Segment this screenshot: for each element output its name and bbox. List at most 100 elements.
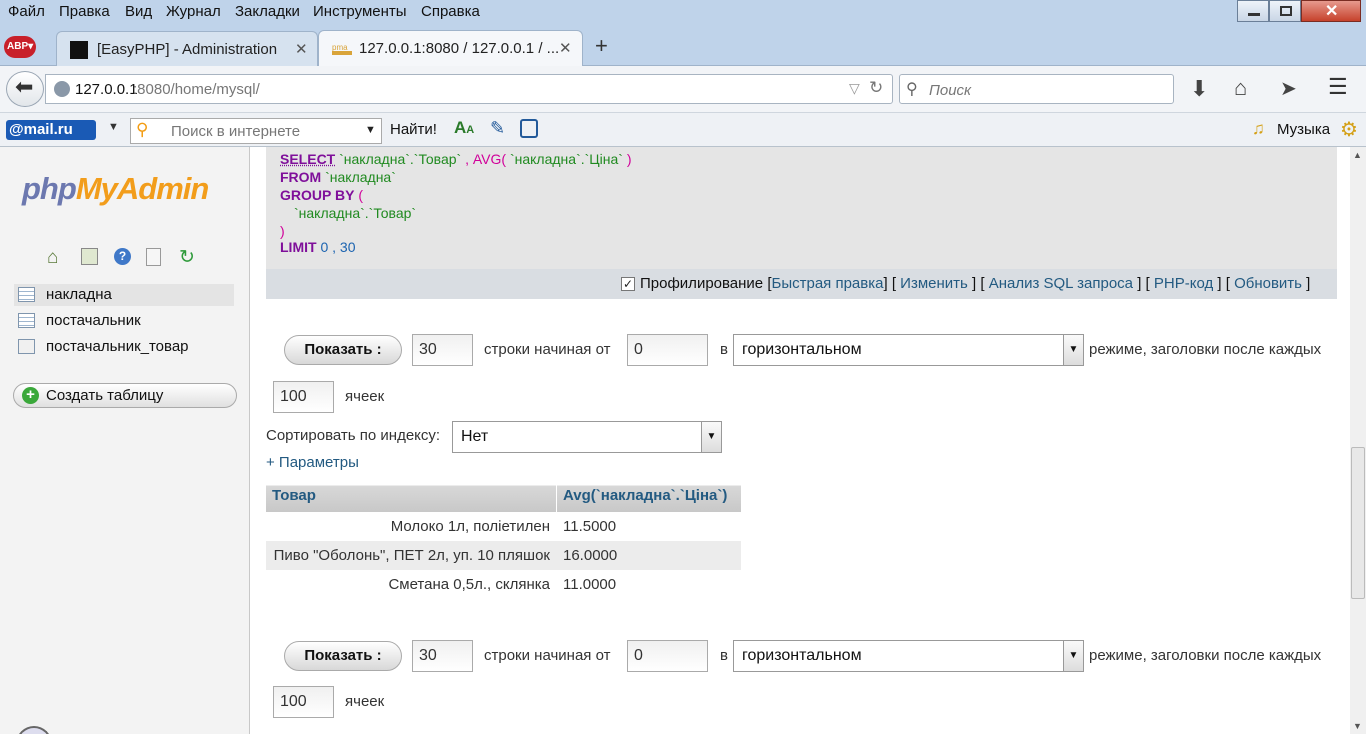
scroll-down-icon[interactable]: ▼: [1353, 721, 1362, 731]
scrollbar-thumb[interactable]: [1351, 447, 1365, 599]
table-icon: [18, 313, 35, 328]
refresh-link[interactable]: Обновить: [1234, 275, 1302, 292]
column-header-tovar[interactable]: Товар: [266, 480, 556, 512]
chevron-down-icon[interactable]: ▼: [365, 124, 376, 136]
inline-edit-link[interactable]: Быстрая правка: [772, 275, 884, 292]
menu-icon[interactable]: ☰: [1328, 74, 1348, 100]
reload-icon[interactable]: ↻: [869, 78, 883, 98]
chevron-down-icon[interactable]: ▼: [108, 121, 119, 133]
menu-help[interactable]: Справка: [421, 3, 480, 20]
refresh-icon[interactable]: ↻: [179, 246, 195, 269]
home-icon[interactable]: ⌂: [47, 247, 58, 269]
table-cell: 16.0000: [563, 547, 618, 564]
download-icon[interactable]: ⬇: [1190, 76, 1208, 102]
search-bar[interactable]: ⚲ Поиск: [899, 74, 1174, 104]
send-icon[interactable]: ➤: [1280, 76, 1297, 101]
chevron-down-icon: ▼: [1063, 335, 1083, 365]
tab-easyphp[interactable]: [EasyPHP] - Administration ✕: [56, 31, 318, 66]
sql-punct: (: [358, 187, 363, 203]
sql-punct: ): [280, 223, 285, 239]
sidebar-item-postachalnyk[interactable]: постачальник: [14, 310, 234, 332]
docs-icon[interactable]: [146, 248, 161, 266]
show-button[interactable]: Показать :: [284, 335, 402, 365]
menu-bookmarks[interactable]: Закладки: [235, 3, 300, 20]
home-icon[interactable]: ⌂: [1234, 75, 1247, 101]
create-table-button[interactable]: + Создать таблицу: [13, 383, 237, 408]
headers-every-input[interactable]: 100: [273, 381, 334, 413]
rows-count-input-bottom[interactable]: 30: [412, 640, 473, 672]
display-mode-select[interactable]: горизонтальном ▼: [733, 334, 1084, 366]
find-button[interactable]: Найти!: [390, 121, 437, 138]
edit-link[interactable]: Изменить: [900, 275, 968, 292]
explain-sql-link[interactable]: Анализ SQL запроса: [989, 275, 1133, 292]
display-mode-select-bottom[interactable]: горизонтальном ▼: [733, 640, 1084, 672]
gear-icon[interactable]: ⚙: [1340, 117, 1358, 142]
screenshot-icon[interactable]: [520, 119, 538, 138]
maximize-button[interactable]: [1269, 0, 1301, 22]
adblock-icon[interactable]: ABP▾: [4, 36, 36, 58]
sql-actions-text: Профилирование [Быстрая правка] [ Измени…: [640, 275, 1310, 292]
headers-every-input-bottom[interactable]: 100: [273, 686, 334, 718]
rows-count-input[interactable]: 30: [412, 334, 473, 366]
rows-from-label: строки начиная от: [484, 341, 611, 358]
view-icon: [18, 339, 35, 354]
menu-edit[interactable]: Правка: [59, 3, 110, 20]
console-icon[interactable]: [16, 726, 52, 734]
globe-icon: [54, 81, 70, 97]
search-icon: ⚲: [906, 81, 918, 98]
close-tab-icon[interactable]: ✕: [295, 40, 308, 58]
sidebar-item-postachalnyk-tovar[interactable]: постачальник_товар: [14, 336, 234, 358]
navigation-bar: 127.0.0.1 :8080/home/mysql/ ▽ ↻ ⬅ ⚲ Поис…: [0, 66, 1366, 113]
tab-phpmyadmin[interactable]: pma 127.0.0.1:8080 / 127.0.0.1 / ... ✕: [318, 30, 583, 67]
show-button-bottom[interactable]: Показать :: [284, 641, 402, 671]
start-row-input[interactable]: 0: [627, 334, 708, 366]
bracket: ]: [1306, 275, 1311, 292]
start-row-input-bottom[interactable]: 0: [627, 640, 708, 672]
profiling-checkbox[interactable]: ✓: [621, 277, 635, 291]
phpmyadmin-logo[interactable]: phpMyAdmin: [22, 171, 209, 207]
sql-line-group-close: ): [280, 223, 285, 239]
menu-tools[interactable]: Инструменты: [313, 3, 407, 20]
sql-punct: ,: [332, 239, 337, 255]
column-header-avg-price[interactable]: Avg(`накладна`.`Ціна`): [557, 480, 741, 512]
music-icon[interactable]: ♫: [1252, 119, 1265, 139]
sort-index-value: Нет: [461, 428, 489, 445]
url-bar[interactable]: 127.0.0.1 :8080/home/mysql/ ▽ ↻: [45, 74, 893, 104]
php-code-link[interactable]: PHP-код: [1154, 275, 1213, 292]
mailru-toolbar: @mail.ru ▼ ⚲ Поиск в интернете ▼ Найти! …: [0, 113, 1366, 147]
font-size-icon[interactable]: AA: [454, 118, 474, 138]
menu-history[interactable]: Журнал: [166, 3, 221, 20]
tab-label: 127.0.0.1:8080 / 127.0.0.1 / ...: [359, 40, 560, 57]
display-mode-value: горизонтальном: [742, 647, 862, 664]
minimize-button[interactable]: [1237, 0, 1269, 22]
back-button[interactable]: ⬅: [6, 71, 44, 107]
close-window-button[interactable]: ✕: [1301, 0, 1361, 22]
parameters-link[interactable]: + Параметры: [266, 454, 359, 471]
in-label: в: [720, 647, 728, 664]
dropdown-arrow-icon[interactable]: ▽: [849, 80, 860, 97]
highlight-icon[interactable]: ✎: [490, 118, 505, 139]
close-tab-icon[interactable]: ✕: [559, 39, 572, 57]
help-icon[interactable]: ?: [114, 248, 131, 265]
scroll-up-icon[interactable]: ▲: [1353, 150, 1362, 160]
internet-search-input[interactable]: ⚲ Поиск в интернете ▼: [130, 118, 382, 144]
sidebar-item-label: постачальник: [46, 312, 141, 329]
table-cell: Пиво "Оболонь", ПЕТ 2л, уп. 10 пляшок: [273, 547, 550, 564]
menu-view[interactable]: Вид: [125, 3, 152, 20]
mailru-logo[interactable]: @mail.ru: [6, 120, 96, 140]
exit-icon[interactable]: [81, 248, 98, 265]
scrollbar[interactable]: ▲ ▼: [1350, 147, 1366, 734]
sidebar-item-nakladna[interactable]: накладна: [14, 284, 234, 306]
create-table-label: Создать таблицу: [46, 387, 164, 404]
music-link[interactable]: Музыка: [1277, 121, 1330, 138]
sidebar: phpMyAdmin ⌂ ? ↻ накладна постачальник п…: [0, 147, 250, 734]
sql-identifier: `накладна`.`Товар`: [339, 151, 462, 167]
menu-file[interactable]: Файл: [8, 3, 45, 20]
bracket: ]: [972, 275, 977, 292]
table-cell: 11.0000: [563, 576, 617, 593]
new-tab-icon[interactable]: +: [595, 33, 608, 59]
sort-index-select[interactable]: Нет ▼: [452, 421, 722, 453]
tab-bar: ABP▾ [EasyPHP] - Administration ✕ pma 12…: [0, 24, 1366, 67]
plus-icon: +: [22, 387, 39, 404]
table-cell: 11.5000: [563, 518, 617, 535]
